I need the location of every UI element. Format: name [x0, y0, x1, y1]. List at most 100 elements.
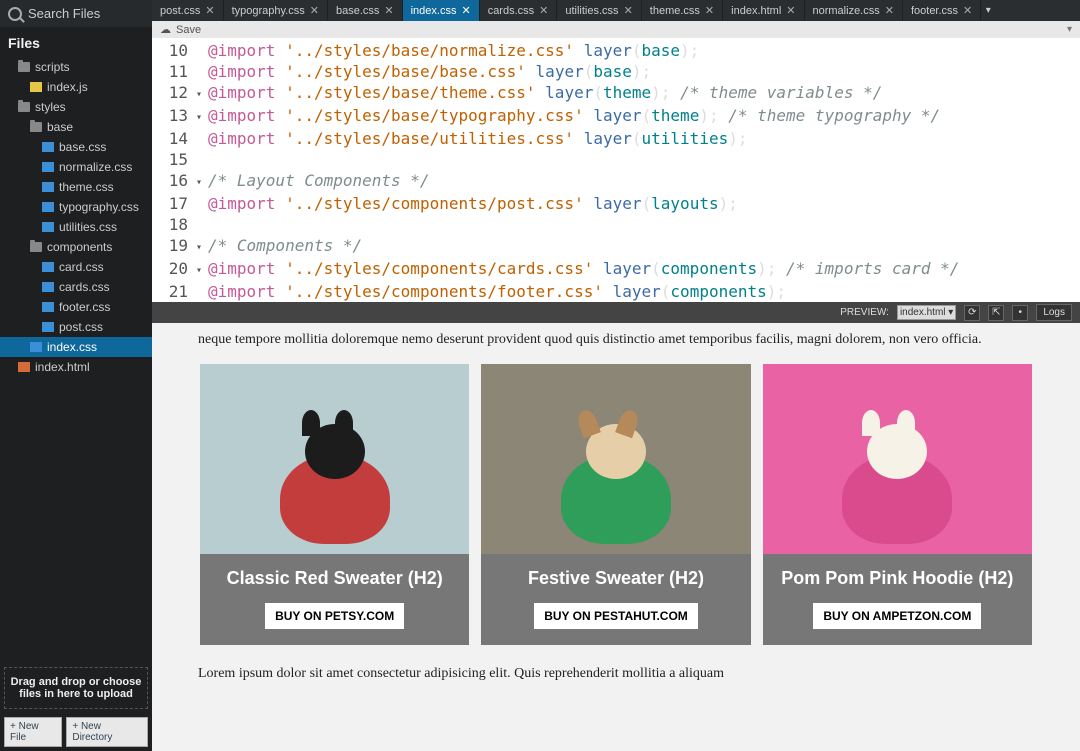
close-icon[interactable]: ✕ [624, 4, 633, 17]
css-icon [42, 202, 54, 212]
fold-icon[interactable]: ▾ [196, 235, 208, 258]
fold-icon[interactable]: ▾ [196, 170, 208, 193]
save-button[interactable]: Save [176, 24, 201, 36]
code-line[interactable] [208, 149, 1080, 170]
tree-item-utilities-css[interactable]: utilities.css [0, 217, 152, 237]
code-line[interactable]: @import '../styles/base/utilities.css' l… [208, 128, 1080, 149]
close-icon[interactable]: ✕ [786, 4, 795, 17]
tree-item-typography-css[interactable]: typography.css [0, 197, 152, 217]
tree-item-post-css[interactable]: post.css [0, 317, 152, 337]
close-icon[interactable]: ✕ [963, 4, 972, 17]
code-editor[interactable]: 10 @import '../styles/base/normalize.css'… [152, 38, 1080, 302]
new-directory-button[interactable]: + New Directory [66, 717, 148, 747]
main: post.css✕typography.css✕base.css✕index.c… [152, 0, 1080, 751]
code-line[interactable]: /* Layout Components */ [208, 170, 1080, 193]
code-line[interactable]: @import '../styles/components/post.css' … [208, 193, 1080, 214]
line-number: 20 [152, 258, 196, 281]
tab-normalize-css[interactable]: normalize.css✕ [805, 0, 903, 21]
fold-icon[interactable]: ▾ [196, 105, 208, 128]
tree-item-label: utilities.css [59, 220, 117, 234]
close-icon[interactable]: ✕ [539, 4, 548, 17]
tree-item-cards-css[interactable]: cards.css [0, 277, 152, 297]
preview-paragraph: Lorem ipsum dolor sit amet consectetur a… [198, 663, 1048, 684]
folder-icon [18, 62, 30, 72]
code-line[interactable]: @import '../styles/components/cards.css'… [208, 258, 1080, 281]
tab-base-css[interactable]: base.css✕ [328, 0, 403, 21]
drop-zone[interactable]: Drag and drop or choose files in here to… [4, 667, 148, 709]
close-icon[interactable]: ✕ [885, 4, 894, 17]
tab-index-css[interactable]: index.css✕ [403, 0, 480, 21]
close-icon[interactable]: ✕ [705, 4, 714, 17]
tab-typography-css[interactable]: typography.css✕ [224, 0, 328, 21]
cloud-icon: ☁ [160, 23, 171, 36]
editor-toolbar: ☁ Save ▾ [152, 21, 1080, 38]
tree-item-label: scripts [35, 60, 70, 74]
line-number: 12 [152, 82, 196, 105]
close-icon[interactable]: ✕ [461, 4, 470, 17]
tab-bar: post.css✕typography.css✕base.css✕index.c… [152, 0, 1080, 21]
code-line[interactable]: @import '../styles/base/base.css' layer(… [208, 61, 1080, 82]
fold-icon[interactable]: ▾ [196, 82, 208, 105]
code-line[interactable]: /* Components */ [208, 235, 1080, 258]
code-line[interactable]: @import '../styles/base/typography.css' … [208, 105, 1080, 128]
folder-icon [30, 242, 42, 252]
code-line[interactable]: @import '../styles/base/theme.css' layer… [208, 82, 1080, 105]
new-file-button[interactable]: + New File [4, 717, 62, 747]
product-card: Classic Red Sweater (H2) BUY ON PETSY.CO… [200, 364, 469, 645]
tab-footer-css[interactable]: footer.css✕ [903, 0, 981, 21]
tree-item-footer-css[interactable]: footer.css [0, 297, 152, 317]
css-icon [42, 282, 54, 292]
tree-item-scripts[interactable]: scripts [0, 57, 152, 77]
line-number: 10 [152, 40, 196, 61]
tabs-overflow-icon[interactable]: ▾ [981, 0, 995, 21]
code-line[interactable]: @import '../styles/base/normalize.css' l… [208, 40, 1080, 61]
code-line[interactable]: @import '../styles/components/footer.css… [208, 281, 1080, 302]
code-line[interactable] [208, 214, 1080, 235]
chevron-down-icon[interactable]: ▾ [1067, 24, 1072, 35]
product-title: Festive Sweater (H2) [481, 554, 750, 597]
fold-icon [196, 61, 208, 82]
tree-item-index-js[interactable]: index.js [0, 77, 152, 97]
refresh-icon[interactable]: ⟳ [964, 305, 980, 321]
buy-button[interactable]: BUY ON AMPETZON.COM [813, 603, 981, 629]
preview-file-select[interactable]: index.html ▾ [897, 305, 956, 320]
logs-button[interactable]: Logs [1036, 304, 1072, 321]
tree-item-index-html[interactable]: index.html [0, 357, 152, 377]
tree-item-index-css[interactable]: index.css [0, 337, 152, 357]
search-row[interactable]: Search Files [0, 0, 152, 27]
product-image [481, 364, 750, 554]
tree-item-base[interactable]: base [0, 117, 152, 137]
tree-item-components[interactable]: components [0, 237, 152, 257]
tab-label: theme.css [650, 5, 700, 17]
product-title: Pom Pom Pink Hoodie (H2) [763, 554, 1032, 597]
tree-item-card-css[interactable]: card.css [0, 257, 152, 277]
popout-icon[interactable]: ⇱ [988, 305, 1004, 321]
tree-item-base-css[interactable]: base.css [0, 137, 152, 157]
tab-label: index.html [731, 5, 781, 17]
product-image [200, 364, 469, 554]
tab-index-html[interactable]: index.html ✕ [723, 0, 804, 21]
close-icon[interactable]: ✕ [384, 4, 393, 17]
dot-icon[interactable]: • [1012, 305, 1028, 321]
tab-theme-css[interactable]: theme.css ✕ [642, 0, 723, 21]
close-icon[interactable]: ✕ [310, 4, 319, 17]
html-icon [18, 362, 30, 372]
css-icon [42, 142, 54, 152]
buy-button[interactable]: BUY ON PESTAHUT.COM [534, 603, 698, 629]
tab-utilities-css[interactable]: utilities.css✕ [557, 0, 641, 21]
product-card: Festive Sweater (H2) BUY ON PESTAHUT.COM [481, 364, 750, 645]
tree-item-normalize-css[interactable]: normalize.css [0, 157, 152, 177]
file-tree: scripts index.jsstylesbasebase.cssnormali… [0, 57, 152, 663]
fold-icon [196, 214, 208, 235]
tree-item-theme-css[interactable]: theme.css [0, 177, 152, 197]
preview-bar: PREVIEW: index.html ▾ ⟳ ⇱ • Logs [152, 302, 1080, 323]
tree-item-styles[interactable]: styles [0, 97, 152, 117]
fold-icon[interactable]: ▾ [196, 258, 208, 281]
card-row: Classic Red Sweater (H2) BUY ON PETSY.CO… [200, 364, 1032, 645]
preview-pane[interactable]: neque tempore mollitia doloremque nemo d… [152, 323, 1080, 751]
tab-cards-css[interactable]: cards.css✕ [480, 0, 558, 21]
buy-button[interactable]: BUY ON PETSY.COM [265, 603, 404, 629]
close-icon[interactable]: ✕ [205, 4, 214, 17]
tab-post-css[interactable]: post.css✕ [152, 0, 224, 21]
search-icon [8, 7, 22, 21]
